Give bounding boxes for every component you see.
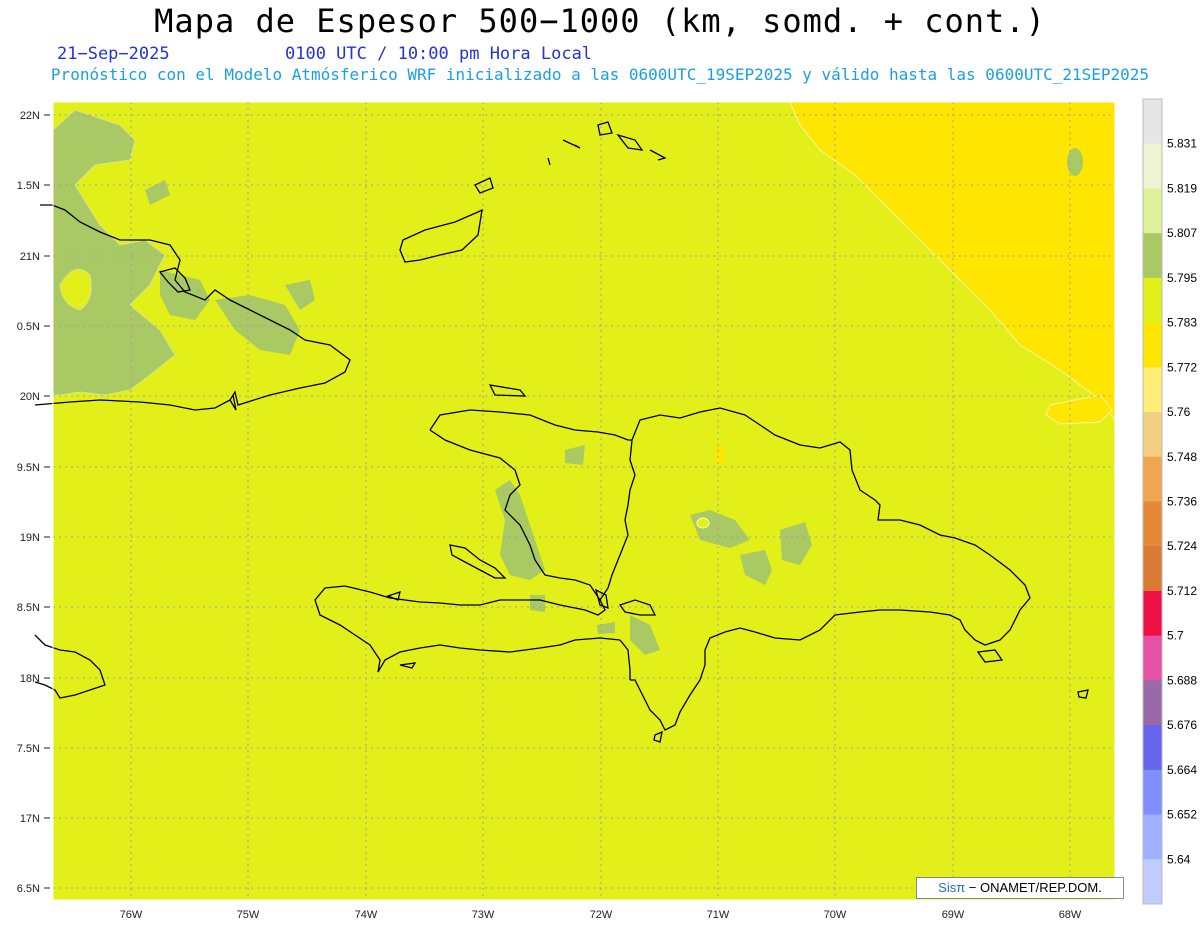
- colorbar-label: 5.676: [1167, 718, 1197, 732]
- colorbar-swatch: [1143, 188, 1162, 234]
- ne-ocean-patch: [1067, 148, 1083, 176]
- colorbar-label: 5.64: [1167, 852, 1191, 866]
- colorbar-label: 5.795: [1167, 271, 1197, 285]
- lon-label: 70W: [824, 909, 847, 921]
- colorbar-label: 5.652: [1167, 808, 1197, 822]
- credit-label: − ONAMET/REP.DOM.: [965, 880, 1102, 895]
- latitude-ticks: [44, 114, 50, 889]
- lat-label: 22N: [20, 110, 40, 122]
- colorbar-label: 5.736: [1167, 495, 1197, 509]
- colorbar-label: 5.831: [1167, 137, 1197, 151]
- colorbar-swatch: [1143, 590, 1162, 637]
- high-thickness-spot: [715, 444, 725, 466]
- colorbar-label: 5.748: [1167, 450, 1197, 464]
- lon-label: 76W: [120, 909, 143, 921]
- colorbar-label: 5.712: [1167, 584, 1197, 598]
- lon-label: 74W: [355, 909, 378, 921]
- colorbar-label: 5.664: [1167, 763, 1197, 777]
- colorbar-swatch: [1143, 233, 1162, 279]
- south-haiti-patch: [530, 595, 545, 612]
- colorbar-swatch: [1143, 859, 1162, 905]
- lon-label: 69W: [942, 909, 965, 921]
- brand-label: Sisπ: [938, 880, 966, 895]
- colorbar-swatch: [1143, 456, 1162, 502]
- lat-label: 9.5N: [17, 462, 40, 474]
- lat-label: 8.5N: [17, 602, 40, 614]
- lat-label: 1.5N: [17, 180, 40, 192]
- lat-label: 18N: [20, 673, 40, 685]
- lat-label: 17N: [20, 813, 40, 825]
- colorbar-swatch: [1143, 725, 1162, 771]
- lon-label: 68W: [1059, 909, 1082, 921]
- lat-label: 6.5N: [17, 883, 40, 895]
- colorbar-swatch: [1143, 143, 1162, 189]
- colorbar-swatch: [1143, 277, 1162, 324]
- lon-label: 73W: [472, 909, 495, 921]
- colorbar-swatch: [1143, 680, 1162, 726]
- colorbar: 5.831 5.819 5.807 5.795 5.783 5.772 5.76 5.748 5…: [1142, 98, 1197, 905]
- colorbar-label: 5.688: [1167, 673, 1197, 687]
- longitude-axis: 76W 75W 74W 73W 72W 71W 70W 69W 68W: [120, 909, 1082, 921]
- lat-label: 0.5N: [17, 321, 40, 333]
- colorbar-label: 5.724: [1167, 539, 1197, 553]
- map-figure: 22N 1.5N 21N 0.5N 20N 9.5N 19N 8.5N 18N …: [17, 98, 1197, 921]
- lat-label: 19N: [20, 532, 40, 544]
- colorbar-swatch: [1143, 322, 1162, 368]
- dr-inner-spot: [696, 517, 710, 529]
- lat-label: 21N: [20, 251, 40, 263]
- lat-label: 20N: [20, 391, 40, 403]
- colorbar-swatch: [1143, 367, 1162, 413]
- colorbar-swatch: [1143, 412, 1162, 458]
- lon-label: 75W: [237, 909, 260, 921]
- colorbar-swatch: [1143, 769, 1162, 816]
- credit-box: Sisπ − ONAMET/REP.DOM.: [916, 877, 1124, 899]
- colorbar-label: 5.783: [1167, 316, 1197, 330]
- latitude-axis: 22N 1.5N 21N 0.5N 20N 9.5N 19N 8.5N 18N …: [17, 110, 40, 895]
- colorbar-swatch: [1143, 501, 1162, 547]
- colorbar-label: 5.819: [1167, 181, 1197, 195]
- lon-label: 71W: [707, 909, 730, 921]
- colorbar-label: 5.76: [1167, 405, 1191, 419]
- colorbar-label: 5.772: [1167, 360, 1197, 374]
- colorbar-swatch: [1143, 635, 1162, 681]
- lon-label: 72W: [590, 909, 613, 921]
- colorbar-swatch: [1143, 99, 1162, 145]
- colorbar-label: 5.807: [1167, 226, 1197, 240]
- colorbar-label: 5.7: [1167, 629, 1184, 643]
- colorbar-swatch: [1143, 546, 1162, 592]
- colorbar-swatch: [1143, 814, 1162, 860]
- lat-label: 7.5N: [17, 743, 40, 755]
